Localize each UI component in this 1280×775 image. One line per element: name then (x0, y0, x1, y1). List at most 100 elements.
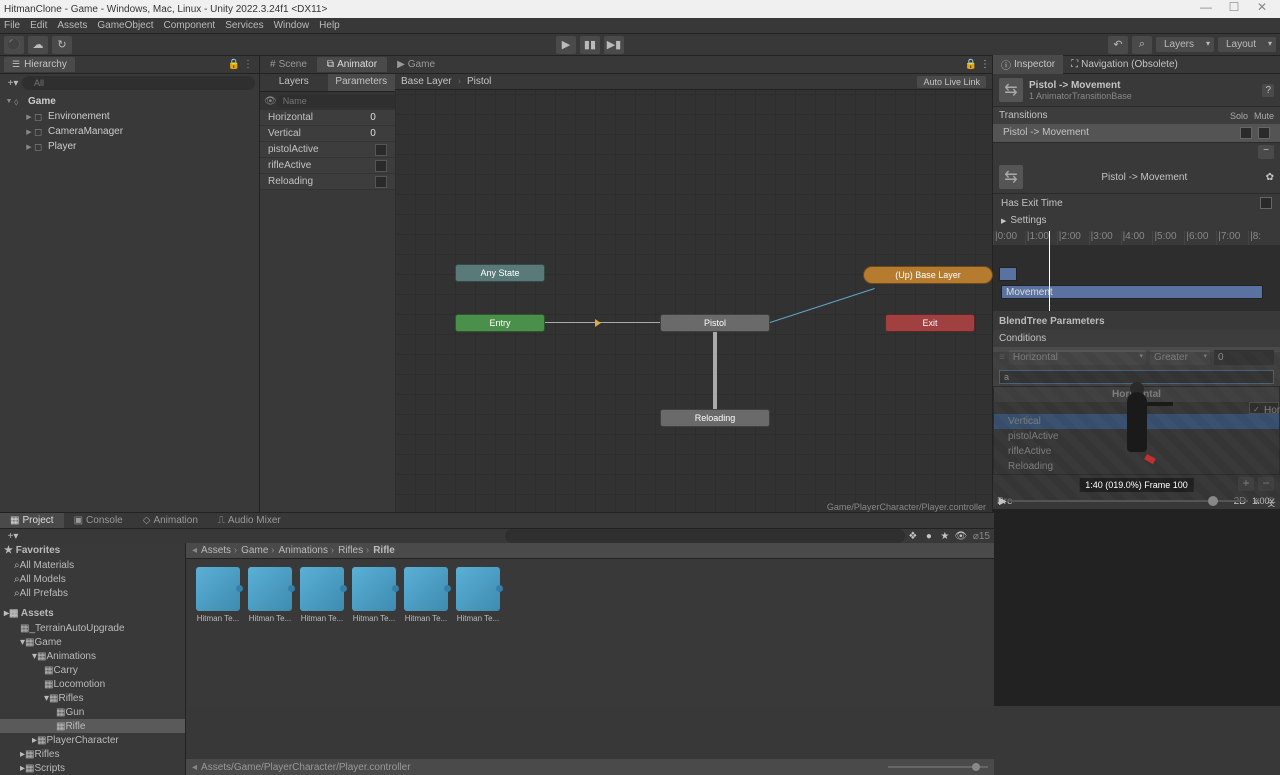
asset-item[interactable]: Hitman Te... (298, 567, 346, 623)
hidden-icon[interactable]: 👁 (953, 531, 969, 542)
param-checkbox[interactable] (375, 176, 387, 188)
tab-scene[interactable]: #Scene (260, 57, 317, 72)
param-row[interactable]: pistolActive (260, 142, 395, 158)
preview-speed-slider[interactable]: ▶ 1.00x (999, 494, 1274, 508)
window-close-icon[interactable]: ✕ (1248, 2, 1276, 16)
layout-dropdown[interactable]: Layout (1218, 37, 1276, 52)
asset-item[interactable]: Hitman Te... (402, 567, 450, 623)
zoom-slider[interactable] (888, 766, 988, 768)
tree-item[interactable]: ▾▦ Animations (0, 649, 185, 663)
node-reloading[interactable]: Reloading (660, 409, 770, 427)
transition-list-item[interactable]: Pistol -> Movement (993, 124, 1280, 143)
hierarchy-menu-icon[interactable]: ⋮ (241, 59, 255, 70)
menu-help[interactable]: Help (319, 20, 340, 31)
tab-animation[interactable]: ◇Animation (133, 513, 208, 528)
tab-navigation[interactable]: ⛶Navigation (Obsolete) (1063, 57, 1186, 72)
transition-line[interactable] (545, 322, 660, 323)
param-row[interactable]: rifleActive (260, 158, 395, 174)
param-search-input[interactable] (277, 95, 406, 108)
hierarchy-item[interactable]: Environement (48, 111, 110, 122)
timeline-clip[interactable] (999, 267, 1017, 281)
hierarchy-lock-icon[interactable]: 🔒 (227, 59, 241, 70)
panel-lock-icon[interactable]: 🔒 (964, 59, 978, 70)
menu-assets[interactable]: Assets (57, 20, 87, 31)
tree-item[interactable]: ▸▦ PlayerCharacter (0, 733, 185, 747)
has-exit-time-checkbox[interactable] (1260, 197, 1272, 209)
play-icon[interactable]: ▶ (999, 496, 1007, 507)
panel-menu-icon[interactable]: ⋮ (978, 59, 992, 70)
project-search-input[interactable] (505, 529, 905, 543)
param-row[interactable]: Vertical0 (260, 126, 395, 142)
auto-live-link-button[interactable]: Auto Live Link (917, 76, 986, 88)
path-seg[interactable]: Assets (201, 545, 237, 556)
help-icon[interactable]: ? (1262, 84, 1274, 97)
tab-inspector[interactable]: ⓘInspector (993, 55, 1063, 74)
tree-item[interactable]: ▾▦ Rifles (0, 691, 185, 705)
timeline-clip[interactable]: Movement (1001, 285, 1263, 299)
fav-item[interactable]: ⌕ All Prefabs (0, 586, 185, 600)
asset-item[interactable]: Hitman Te... (246, 567, 294, 623)
menu-services[interactable]: Services (225, 20, 263, 31)
transition-line-selected[interactable] (770, 288, 875, 323)
fav-item[interactable]: ⌕ All Models (0, 572, 185, 586)
filter-icon[interactable]: ❖ (905, 531, 921, 542)
timeline-cursor[interactable] (1049, 231, 1050, 311)
param-checkbox[interactable] (375, 160, 387, 172)
breadcrumb-sub[interactable]: Pistol (467, 76, 491, 87)
eye-icon[interactable]: 👁 (264, 96, 277, 107)
hierarchy-tab[interactable]: ☰Hierarchy (4, 57, 75, 72)
tab-animator[interactable]: ⧉Animator (317, 57, 387, 72)
node-pistol[interactable]: Pistol (660, 314, 770, 332)
search-icon[interactable]: ⌕ (1132, 36, 1152, 54)
gear-icon[interactable]: ✿ (1266, 172, 1274, 183)
asset-item[interactable]: Hitman Te... (350, 567, 398, 623)
hierarchy-item[interactable]: Player (48, 141, 76, 152)
layers-dropdown[interactable]: Layers (1156, 37, 1214, 52)
tree-item-selected[interactable]: ▦ Rifle (0, 719, 185, 733)
menu-edit[interactable]: Edit (30, 20, 47, 31)
menu-file[interactable]: File (4, 20, 20, 31)
node-exit[interactable]: Exit (885, 314, 975, 332)
path-seg[interactable]: Game (241, 545, 274, 556)
pause-button[interactable]: ▮▮ (580, 36, 600, 54)
history-icon[interactable]: ↻ (52, 36, 72, 54)
transition-timeline[interactable]: |0:00|1:00|2:00|3:00|4:00|5:00|6:00|7:00… (993, 231, 1280, 311)
breadcrumb-base[interactable]: Base Layer (401, 76, 452, 87)
tree-item[interactable]: ▸▦ Rifles (0, 747, 185, 761)
tab-game[interactable]: ▶Game (387, 57, 445, 72)
tab-audiomixer[interactable]: ⎍Audio Mixer (208, 513, 291, 528)
node-up-base-layer[interactable]: (Up) Base Layer (863, 266, 993, 284)
account-icon[interactable]: ⚫ (4, 36, 24, 54)
tree-item[interactable]: ▾▦ Game (0, 635, 185, 649)
path-seg[interactable]: Rifle (373, 545, 395, 556)
scene-label[interactable]: Game (28, 96, 56, 107)
node-any-state[interactable]: Any State (455, 264, 545, 282)
transition-line[interactable] (713, 332, 717, 409)
preview-viewport[interactable]: 1:40 (019.0%) Frame 100 ▶ 1.00x (993, 509, 1280, 512)
solo-checkbox[interactable] (1240, 127, 1252, 139)
menu-component[interactable]: Component (164, 20, 216, 31)
param-checkbox[interactable] (375, 144, 387, 156)
hierarchy-item[interactable]: CameraManager (48, 126, 123, 137)
filter-icon[interactable]: ● (921, 531, 937, 542)
cloud-icon[interactable]: ☁ (28, 36, 48, 54)
asset-item[interactable]: Hitman Te... (454, 567, 502, 623)
tab-project[interactable]: ▦Project (0, 513, 64, 528)
expand-icon[interactable]: ▶ (1001, 217, 1006, 225)
animator-graph[interactable]: Base Layer › Pistol Auto Live Link Any S… (395, 74, 992, 512)
window-max-icon[interactable]: ☐ (1220, 2, 1248, 16)
tab-console[interactable]: ▣Console (64, 513, 133, 528)
path-seg[interactable]: Animations (279, 545, 335, 556)
parameters-tab[interactable]: Parameters (328, 74, 396, 91)
mute-checkbox[interactable] (1258, 127, 1270, 139)
hierarchy-add-icon[interactable]: +▾ (4, 78, 22, 89)
menu-gameobject[interactable]: GameObject (97, 20, 153, 31)
layers-tab[interactable]: Layers (260, 74, 328, 91)
step-button[interactable]: ▶▮ (604, 36, 624, 54)
undo-icon[interactable]: ↶ (1108, 36, 1128, 54)
project-add-icon[interactable]: +▾ (4, 531, 22, 542)
tree-item[interactable]: ▦ Gun (0, 705, 185, 719)
filter-icon[interactable]: ★ (937, 531, 953, 542)
tree-item[interactable]: ▦ _TerrainAutoUpgrade (0, 621, 185, 635)
asset-item[interactable]: Hitman Te... (194, 567, 242, 623)
